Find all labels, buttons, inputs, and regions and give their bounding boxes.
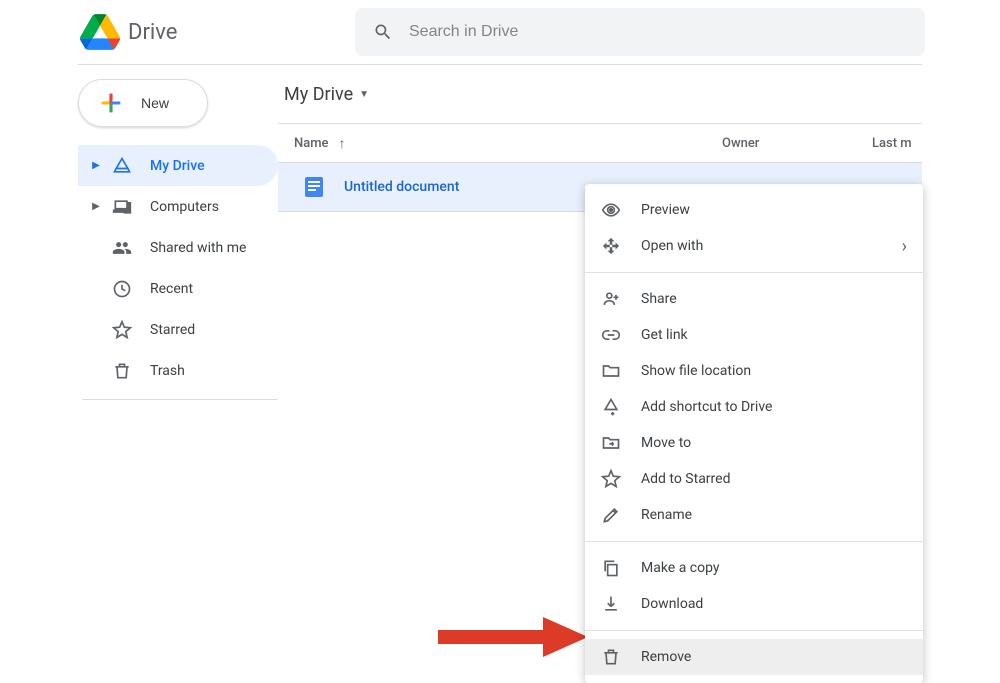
sidebar-separator [82, 399, 278, 400]
ctx-label: Get link [641, 327, 688, 343]
ctx-share[interactable]: Share [585, 281, 923, 317]
ctx-make-copy[interactable]: Make a copy [585, 550, 923, 586]
search-icon [373, 22, 393, 42]
sidebar-item-shared[interactable]: Shared with me [78, 227, 278, 268]
sidebar-item-label: Trash [150, 363, 185, 379]
sidebar: New ▶ My Drive ▶ Computers Shared with m… [0, 65, 278, 400]
column-name[interactable]: Name ↑ [278, 135, 722, 152]
sidebar-item-computers[interactable]: ▶ Computers [78, 186, 278, 227]
column-modified[interactable]: Last m [872, 136, 922, 151]
context-menu: Preview Open with › Share Get link Show … [585, 184, 923, 683]
move-to-icon [601, 433, 621, 453]
ctx-label: Move to [641, 435, 691, 451]
sidebar-item-label: Recent [150, 281, 193, 297]
ctx-label: Download [641, 596, 703, 612]
ctx-label: Remove [641, 649, 691, 665]
chevron-down-icon: ▼ [359, 89, 369, 100]
annotation-arrow-icon [438, 612, 588, 662]
column-owner[interactable]: Owner [722, 136, 872, 151]
ctx-add-shortcut[interactable]: Add shortcut to Drive [585, 389, 923, 425]
sidebar-item-my-drive[interactable]: ▶ My Drive [78, 145, 278, 186]
sort-arrow-up-icon: ↑ [339, 135, 346, 152]
breadcrumb-label: My Drive [284, 84, 353, 105]
ctx-open-with[interactable]: Open with › [585, 228, 923, 264]
ctx-label: Rename [641, 507, 692, 523]
sidebar-item-label: Computers [150, 199, 219, 215]
ctx-label: Make a copy [641, 560, 720, 576]
header: Drive [0, 0, 1000, 64]
ctx-get-link[interactable]: Get link [585, 317, 923, 353]
new-button[interactable]: New [78, 79, 208, 127]
expand-icon[interactable]: ▶ [90, 201, 102, 212]
sidebar-item-trash[interactable]: Trash [78, 350, 278, 391]
rename-icon [601, 505, 621, 525]
ctx-divider [585, 272, 923, 273]
starred-icon [112, 320, 132, 340]
shared-icon [112, 238, 132, 258]
shortcut-icon [601, 397, 621, 417]
sidebar-item-label: Shared with me [150, 240, 246, 256]
expand-icon[interactable]: ▶ [90, 160, 102, 171]
ctx-move-to[interactable]: Move to [585, 425, 923, 461]
eye-icon [601, 200, 621, 220]
search-input[interactable] [409, 23, 907, 41]
ctx-label: Add to Starred [641, 471, 730, 487]
open-with-icon [601, 236, 621, 256]
chevron-right-icon: › [902, 236, 907, 257]
search-bar[interactable] [355, 8, 925, 56]
breadcrumb[interactable]: My Drive ▼ [278, 65, 922, 123]
ctx-divider [585, 541, 923, 542]
ctx-label: Share [641, 291, 677, 307]
star-icon [601, 469, 621, 489]
product-name: Drive [128, 20, 177, 45]
ctx-divider [585, 630, 923, 631]
docs-file-icon [302, 175, 326, 199]
link-icon [601, 325, 621, 345]
computers-icon [112, 197, 132, 217]
trash-icon [112, 361, 132, 381]
sidebar-item-label: My Drive [150, 158, 205, 174]
logo-area[interactable]: Drive [80, 12, 355, 52]
download-icon [601, 594, 621, 614]
sidebar-item-recent[interactable]: Recent [78, 268, 278, 309]
ctx-label: Show file location [641, 363, 751, 379]
ctx-label: Preview [641, 202, 690, 218]
sidebar-item-label: Starred [150, 322, 195, 338]
sidebar-item-starred[interactable]: Starred [78, 309, 278, 350]
recent-icon [112, 279, 132, 299]
ctx-show-location[interactable]: Show file location [585, 353, 923, 389]
ctx-download[interactable]: Download [585, 586, 923, 622]
ctx-rename[interactable]: Rename [585, 497, 923, 533]
ctx-remove[interactable]: Remove [585, 639, 923, 675]
ctx-add-starred[interactable]: Add to Starred [585, 461, 923, 497]
drive-logo-icon [80, 12, 120, 52]
new-button-label: New [141, 95, 169, 111]
ctx-label: Add shortcut to Drive [641, 399, 772, 415]
table-header: Name ↑ Owner Last m [278, 123, 922, 163]
sidebar-nav: ▶ My Drive ▶ Computers Shared with me Re… [78, 145, 278, 400]
trash-icon [601, 647, 621, 667]
person-add-icon [601, 289, 621, 309]
plus-icon [97, 89, 125, 117]
ctx-label: Open with [641, 238, 703, 254]
drive-icon [112, 156, 132, 176]
folder-icon [601, 361, 621, 381]
ctx-preview[interactable]: Preview [585, 192, 923, 228]
file-name: Untitled document [344, 179, 459, 195]
copy-icon [601, 558, 621, 578]
